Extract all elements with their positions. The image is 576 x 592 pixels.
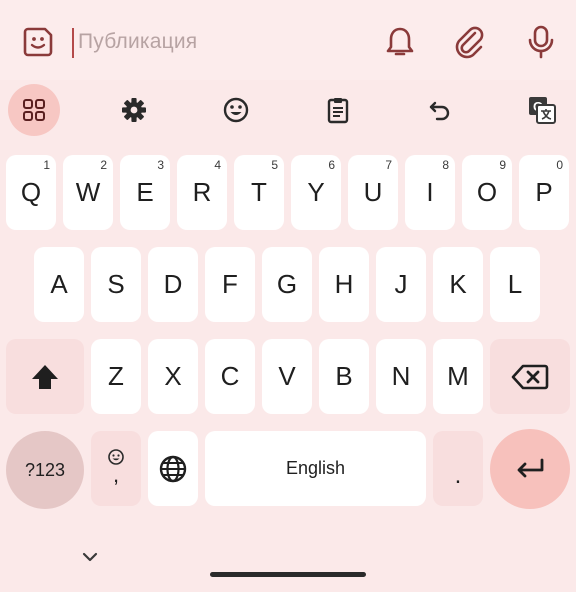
enter-arrow-icon <box>517 458 544 478</box>
key-r[interactable]: R4 <box>177 155 227 230</box>
period-key[interactable]: . <box>433 431 483 506</box>
key-q[interactable]: Q1 <box>6 155 56 230</box>
key-g[interactable]: G <box>262 247 312 322</box>
key-f[interactable]: F <box>205 247 255 322</box>
key-p[interactable]: P0 <box>519 155 569 230</box>
key-j[interactable]: J <box>376 247 426 322</box>
key-y[interactable]: Y6 <box>291 155 341 230</box>
globe-icon <box>159 455 187 482</box>
backspace-key[interactable] <box>490 339 570 414</box>
comma-key[interactable]: , <box>91 431 141 506</box>
microphone-icon[interactable] <box>521 22 561 62</box>
key-w[interactable]: W2 <box>63 155 113 230</box>
bell-icon[interactable] <box>380 22 420 62</box>
sticker-smile-icon[interactable] <box>18 22 58 62</box>
space-bar[interactable]: English <box>205 431 426 506</box>
key-i[interactable]: I8 <box>405 155 455 230</box>
key-z[interactable]: Z <box>91 339 141 414</box>
key-m[interactable]: M <box>433 339 483 414</box>
key-d[interactable]: D <box>148 247 198 322</box>
text-cursor <box>72 28 74 58</box>
chevron-down-icon[interactable] <box>79 546 101 568</box>
clipboard-icon[interactable] <box>312 84 364 136</box>
enter-key[interactable] <box>490 429 570 509</box>
key-e[interactable]: E3 <box>120 155 170 230</box>
key-k[interactable]: K <box>433 247 483 322</box>
key-t[interactable]: T5 <box>234 155 284 230</box>
key-a[interactable]: A <box>34 247 84 322</box>
gesture-nav-handle[interactable] <box>210 572 366 577</box>
emoji-icon[interactable] <box>210 84 262 136</box>
shift-key[interactable] <box>6 339 84 414</box>
key-h[interactable]: H <box>319 247 369 322</box>
paperclip-icon[interactable] <box>450 22 490 62</box>
key-v[interactable]: V <box>262 339 312 414</box>
key-x[interactable]: X <box>148 339 198 414</box>
shift-arrow-icon <box>32 364 58 389</box>
translate-icon[interactable]: G <box>516 84 568 136</box>
language-switch-key[interactable] <box>148 431 198 506</box>
undo-icon[interactable] <box>414 84 466 136</box>
symbols-key[interactable]: ?123 <box>6 431 84 509</box>
key-l[interactable]: L <box>490 247 540 322</box>
key-s[interactable]: S <box>91 247 141 322</box>
gear-icon[interactable] <box>108 84 160 136</box>
key-b[interactable]: B <box>319 339 369 414</box>
key-c[interactable]: C <box>205 339 255 414</box>
apps-grid-icon[interactable] <box>8 84 60 136</box>
key-u[interactable]: U7 <box>348 155 398 230</box>
keyboard-toolbar: G <box>0 84 576 136</box>
key-n[interactable]: N <box>376 339 426 414</box>
key-o[interactable]: O9 <box>462 155 512 230</box>
backspace-icon <box>511 364 549 389</box>
compose-bar: Публикация <box>0 0 576 80</box>
message-input-placeholder[interactable]: Публикация <box>78 30 197 54</box>
